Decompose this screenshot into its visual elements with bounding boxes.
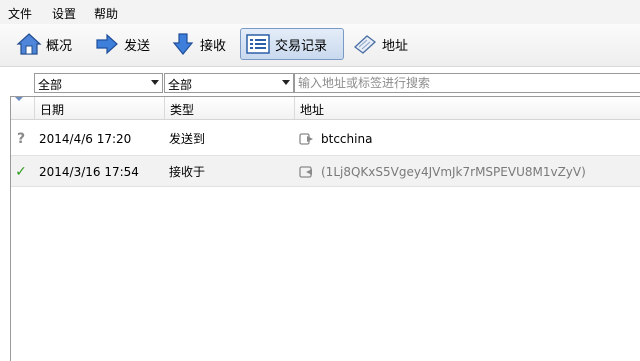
send-arrow-icon bbox=[96, 33, 118, 55]
toolbar: 概况 发送 接收 交易记录 地址 bbox=[0, 24, 640, 67]
row-date: 2014/3/16 17:54 bbox=[39, 165, 139, 179]
table-header: 日期 类型 地址 bbox=[11, 97, 640, 120]
list-icon bbox=[246, 34, 270, 54]
overview-label: 概况 bbox=[46, 38, 73, 54]
menu-bar: 文件 设置 帮助 bbox=[0, 0, 640, 24]
transactions-label: 交易记录 bbox=[275, 38, 328, 54]
sent-to-icon bbox=[299, 133, 313, 145]
row-date: 2014/4/6 17:20 bbox=[39, 132, 132, 146]
type-filter-select[interactable]: 全部 bbox=[164, 73, 294, 93]
unconfirmed-status-icon: ? bbox=[16, 131, 26, 147]
overview-button[interactable]: 概况 bbox=[12, 28, 78, 60]
address-column-header[interactable]: 地址 bbox=[295, 97, 640, 119]
menu-help[interactable]: 帮助 bbox=[94, 5, 118, 22]
menu-settings[interactable]: 设置 bbox=[52, 5, 76, 22]
status-column-header[interactable] bbox=[11, 97, 35, 119]
send-button[interactable]: 发送 bbox=[90, 28, 156, 60]
menu-file[interactable]: 文件 bbox=[8, 5, 32, 22]
date-column-header[interactable]: 日期 bbox=[35, 97, 165, 119]
addresses-button[interactable]: 地址 bbox=[348, 28, 414, 60]
address-book-icon bbox=[353, 35, 377, 54]
row-type: 发送到 bbox=[169, 132, 206, 146]
chevron-down-icon bbox=[151, 80, 159, 85]
addresses-label: 地址 bbox=[382, 38, 409, 54]
receive-arrow-icon bbox=[172, 33, 194, 55]
send-label: 发送 bbox=[124, 38, 151, 54]
transactions-button[interactable]: 交易记录 bbox=[240, 28, 344, 60]
type-column-header[interactable]: 类型 bbox=[165, 97, 295, 119]
row-address: btcchina bbox=[321, 132, 373, 146]
type-filter-value: 全部 bbox=[168, 78, 193, 92]
confirmed-check-icon: ✓ bbox=[15, 164, 27, 180]
date-filter-select[interactable]: 全部 bbox=[34, 73, 163, 93]
chevron-down-icon bbox=[282, 80, 290, 85]
receive-label: 接收 bbox=[200, 38, 227, 54]
search-input[interactable] bbox=[294, 73, 640, 93]
row-type: 接收于 bbox=[169, 165, 206, 179]
transactions-table: 日期 类型 地址 ? 2014/4/6 17:20 发送到 btcchina ✓… bbox=[10, 96, 640, 361]
sort-indicator-icon bbox=[15, 97, 23, 101]
table-row[interactable]: ✓ 2014/3/16 17:54 接收于 (1Lj8QKxS5Vgey4JVm… bbox=[11, 155, 640, 187]
date-filter-value: 全部 bbox=[38, 78, 63, 92]
received-from-icon bbox=[299, 166, 312, 178]
filter-bar: 全部 全部 bbox=[0, 72, 640, 96]
home-icon bbox=[16, 33, 42, 55]
row-address: (1Lj8QKxS5Vgey4JVmJk7rMSPEVU8M1vZyV) bbox=[321, 165, 586, 179]
table-row[interactable]: ? 2014/4/6 17:20 发送到 btcchina bbox=[11, 123, 640, 155]
receive-button[interactable]: 接收 bbox=[166, 28, 232, 60]
